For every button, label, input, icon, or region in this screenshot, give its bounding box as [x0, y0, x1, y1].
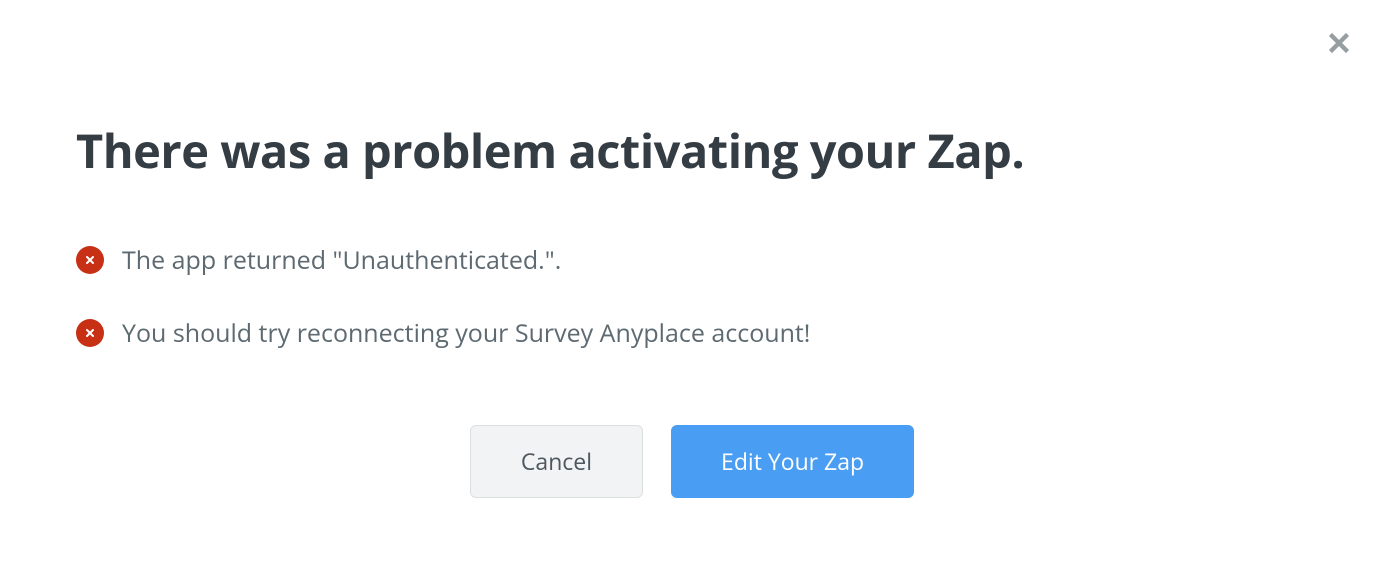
error-icon — [76, 319, 104, 347]
button-row: Cancel Edit Your Zap — [76, 425, 1308, 498]
modal-title: There was a problem activating your Zap. — [76, 118, 1308, 182]
close-button[interactable] — [1322, 28, 1356, 62]
modal-content: There was a problem activating your Zap.… — [0, 0, 1384, 498]
error-text: You should try reconnecting your Survey … — [122, 317, 810, 350]
error-list: The app returned "Unauthenticated.". You… — [76, 244, 1308, 349]
cancel-button[interactable]: Cancel — [470, 425, 643, 498]
error-icon — [76, 246, 104, 274]
error-item: The app returned "Unauthenticated.". — [76, 244, 1308, 277]
close-icon — [1324, 28, 1354, 63]
error-text: The app returned "Unauthenticated.". — [122, 244, 561, 277]
edit-zap-button[interactable]: Edit Your Zap — [671, 425, 914, 498]
error-item: You should try reconnecting your Survey … — [76, 317, 1308, 350]
